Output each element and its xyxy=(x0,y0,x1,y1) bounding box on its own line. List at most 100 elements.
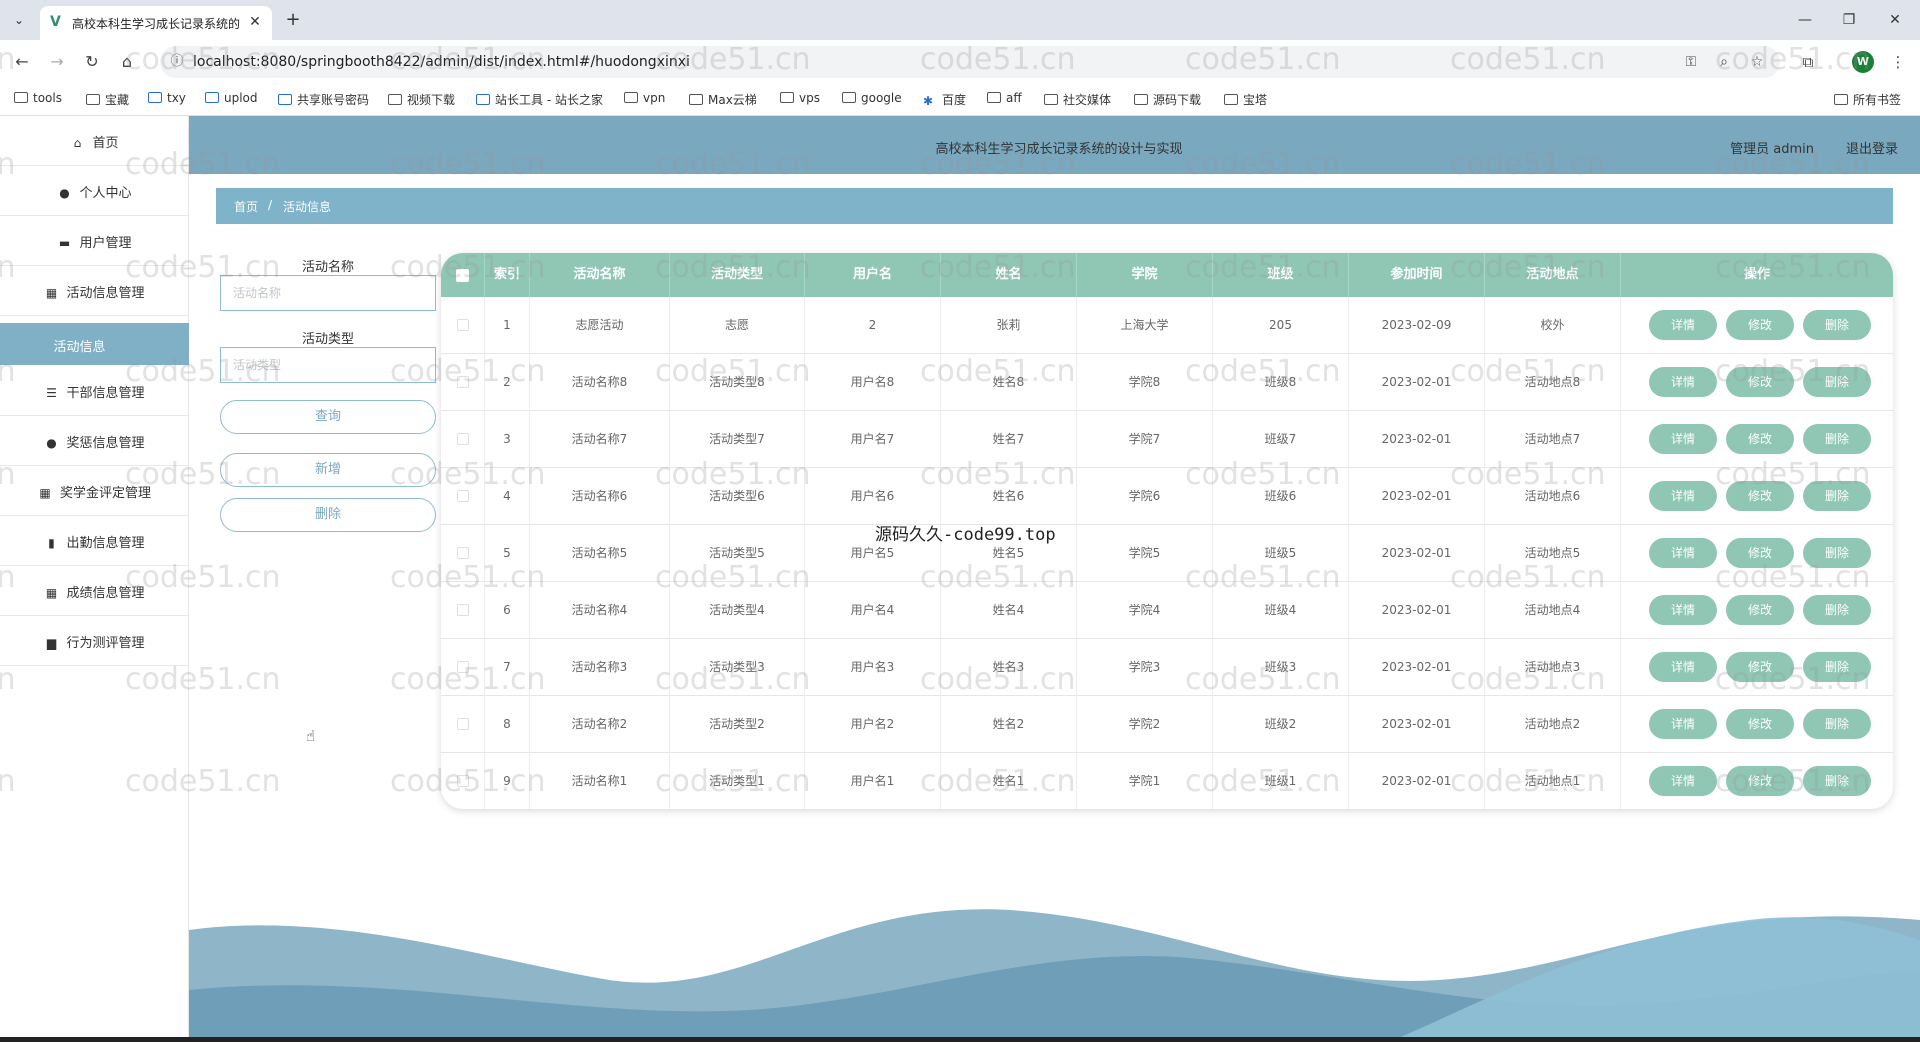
sidebar-item-scholarship[interactable]: ▦ 奖学金评定管理 xyxy=(0,466,189,516)
bookmark-item[interactable]: ✱ 百度 xyxy=(923,91,966,108)
delete-button[interactable]: 删除 xyxy=(1803,538,1871,568)
bookmark-item[interactable]: vps xyxy=(780,91,820,105)
sidebar-item-rewards[interactable]: ● 奖惩信息管理 xyxy=(0,416,189,466)
detail-button[interactable]: 详情 xyxy=(1649,367,1717,397)
edit-button[interactable]: 修改 xyxy=(1726,538,1794,568)
delete-button[interactable]: 删除 xyxy=(1803,424,1871,454)
reload-icon[interactable]: ↻ xyxy=(80,50,104,74)
bookmark-star-icon[interactable]: ☆ xyxy=(1746,52,1768,72)
bookmark-item[interactable]: tools xyxy=(14,91,62,105)
delete-button[interactable]: 删除 xyxy=(1803,709,1871,739)
folder-icon xyxy=(86,94,100,105)
back-icon[interactable]: ← xyxy=(10,50,34,74)
address-bar[interactable]: ⓘ localhost:8080/springbooth8422/admin/d… xyxy=(160,46,1780,78)
row-checkbox[interactable] xyxy=(457,775,469,787)
edit-button[interactable]: 修改 xyxy=(1726,481,1794,511)
sidebar-item-cadre[interactable]: ☰ 干部信息管理 xyxy=(0,366,189,416)
add-button[interactable]: 新增 xyxy=(220,453,436,487)
window-close-icon[interactable]: ✕ xyxy=(1882,8,1908,32)
edit-button[interactable]: 修改 xyxy=(1726,424,1794,454)
bookmark-item[interactable]: google xyxy=(842,91,902,105)
profile-avatar[interactable]: W xyxy=(1852,51,1874,73)
row-select-cell xyxy=(441,411,485,468)
activity-type-input[interactable] xyxy=(220,347,436,383)
edit-button[interactable]: 修改 xyxy=(1726,310,1794,340)
detail-button[interactable]: 详情 xyxy=(1649,424,1717,454)
delete-button[interactable]: 删除 xyxy=(1803,481,1871,511)
bookmark-item[interactable]: 源码下载 xyxy=(1134,91,1201,108)
sidebar-item-grades[interactable]: ▦ 成绩信息管理 xyxy=(0,566,189,616)
sidebar-item-profile[interactable]: ● 个人中心 xyxy=(0,166,189,216)
delete-button[interactable]: 删除 xyxy=(1803,652,1871,682)
row-checkbox[interactable] xyxy=(457,604,469,616)
bookmark-item[interactable]: 社交媒体 xyxy=(1044,91,1111,108)
bookmark-item[interactable]: Max云梯 xyxy=(689,91,757,108)
detail-button[interactable]: 详情 xyxy=(1649,310,1717,340)
sidebar-item-attendance[interactable]: ▮ 出勤信息管理 xyxy=(0,516,189,566)
detail-button[interactable]: 详情 xyxy=(1649,481,1717,511)
cell-type: 活动类型1 xyxy=(670,753,805,809)
row-checkbox[interactable] xyxy=(457,547,469,559)
edit-button[interactable]: 修改 xyxy=(1726,367,1794,397)
bookmark-item[interactable]: 视频下载 xyxy=(388,91,455,108)
menu-kebab-icon[interactable]: ⋮ xyxy=(1886,50,1910,74)
detail-button[interactable]: 详情 xyxy=(1649,652,1717,682)
site-info-icon[interactable]: ⓘ xyxy=(168,53,186,71)
sidebar-item-home[interactable]: ⌂ 首页 xyxy=(0,116,189,166)
tab-search-dropdown-icon[interactable]: ⌄ xyxy=(8,9,30,31)
detail-button[interactable]: 详情 xyxy=(1649,538,1717,568)
detail-button[interactable]: 详情 xyxy=(1649,595,1717,625)
activity-name-input[interactable] xyxy=(220,275,436,311)
delete-button[interactable]: 删除 xyxy=(1803,367,1871,397)
cell-name: 活动名称6 xyxy=(530,468,670,525)
sidebar-item-behavior[interactable]: ▆ 行为测评管理 xyxy=(0,616,189,666)
sidebar-item-activity-info[interactable]: 活动信息 xyxy=(0,323,189,365)
query-button[interactable]: 查询 xyxy=(220,400,436,434)
cell-class: 班级1 xyxy=(1213,753,1349,809)
bookmark-item[interactable]: 站长工具 - 站长之家 xyxy=(476,91,603,108)
sidebar-item-activity-management[interactable]: ▦ 活动信息管理 xyxy=(0,266,189,316)
detail-button[interactable]: 详情 xyxy=(1649,766,1717,796)
home-icon[interactable]: ⌂ xyxy=(115,50,139,74)
breadcrumb-home[interactable]: 首页 xyxy=(234,198,258,215)
logout-link[interactable]: 退出登录 xyxy=(1846,138,1898,157)
new-tab-icon[interactable]: + xyxy=(282,9,304,31)
browser-tab[interactable]: V 高校本科生学习成长记录系统的 ✕ xyxy=(40,6,272,40)
row-checkbox[interactable] xyxy=(457,490,469,502)
row-checkbox[interactable] xyxy=(457,433,469,445)
minimize-icon[interactable]: — xyxy=(1792,8,1818,32)
forward-icon[interactable]: → xyxy=(45,50,69,74)
row-checkbox[interactable] xyxy=(457,661,469,673)
sidebar-item-users[interactable]: ▬ 用户管理 xyxy=(0,216,189,266)
edit-button[interactable]: 修改 xyxy=(1726,595,1794,625)
row-checkbox[interactable] xyxy=(457,718,469,730)
all-bookmarks[interactable]: 所有书签 xyxy=(1834,91,1901,108)
browser-tab-bar: ⌄ V 高校本科生学习成长记录系统的 ✕ + — ❐ ✕ xyxy=(0,0,1920,40)
bookmark-item[interactable]: 共享账号密码 xyxy=(278,91,369,108)
delete-button[interactable]: 删除 xyxy=(1803,595,1871,625)
cell-name: 活动名称7 xyxy=(530,411,670,468)
restore-icon[interactable]: ❐ xyxy=(1836,8,1862,32)
edit-button[interactable]: 修改 xyxy=(1726,766,1794,796)
cell-actions: 详情 修改 删除 xyxy=(1621,297,1893,354)
edit-button[interactable]: 修改 xyxy=(1726,652,1794,682)
bookmark-item[interactable]: vpn xyxy=(624,91,665,105)
bookmark-item[interactable]: uplod xyxy=(205,91,258,105)
bookmark-item[interactable]: 宝藏 xyxy=(86,91,129,108)
zoom-icon[interactable]: ⌕ xyxy=(1713,52,1735,72)
select-all-checkbox[interactable] xyxy=(456,269,469,282)
delete-button[interactable]: 删除 xyxy=(1803,766,1871,796)
cell-type: 活动类型8 xyxy=(670,354,805,411)
delete-button[interactable]: 删除 xyxy=(1803,310,1871,340)
password-key-icon[interactable]: ⚿ xyxy=(1680,52,1702,72)
batch-delete-button[interactable]: 删除 xyxy=(220,498,436,532)
detail-button[interactable]: 详情 xyxy=(1649,709,1717,739)
bookmark-item[interactable]: txy xyxy=(148,91,186,105)
bookmark-item[interactable]: 宝塔 xyxy=(1224,91,1267,108)
edit-button[interactable]: 修改 xyxy=(1726,709,1794,739)
row-checkbox[interactable] xyxy=(457,319,469,331)
extensions-icon[interactable]: ⧉ xyxy=(1796,50,1820,74)
tab-close-icon[interactable]: ✕ xyxy=(246,13,264,31)
row-checkbox[interactable] xyxy=(457,376,469,388)
bookmark-item[interactable]: aff xyxy=(987,91,1022,105)
